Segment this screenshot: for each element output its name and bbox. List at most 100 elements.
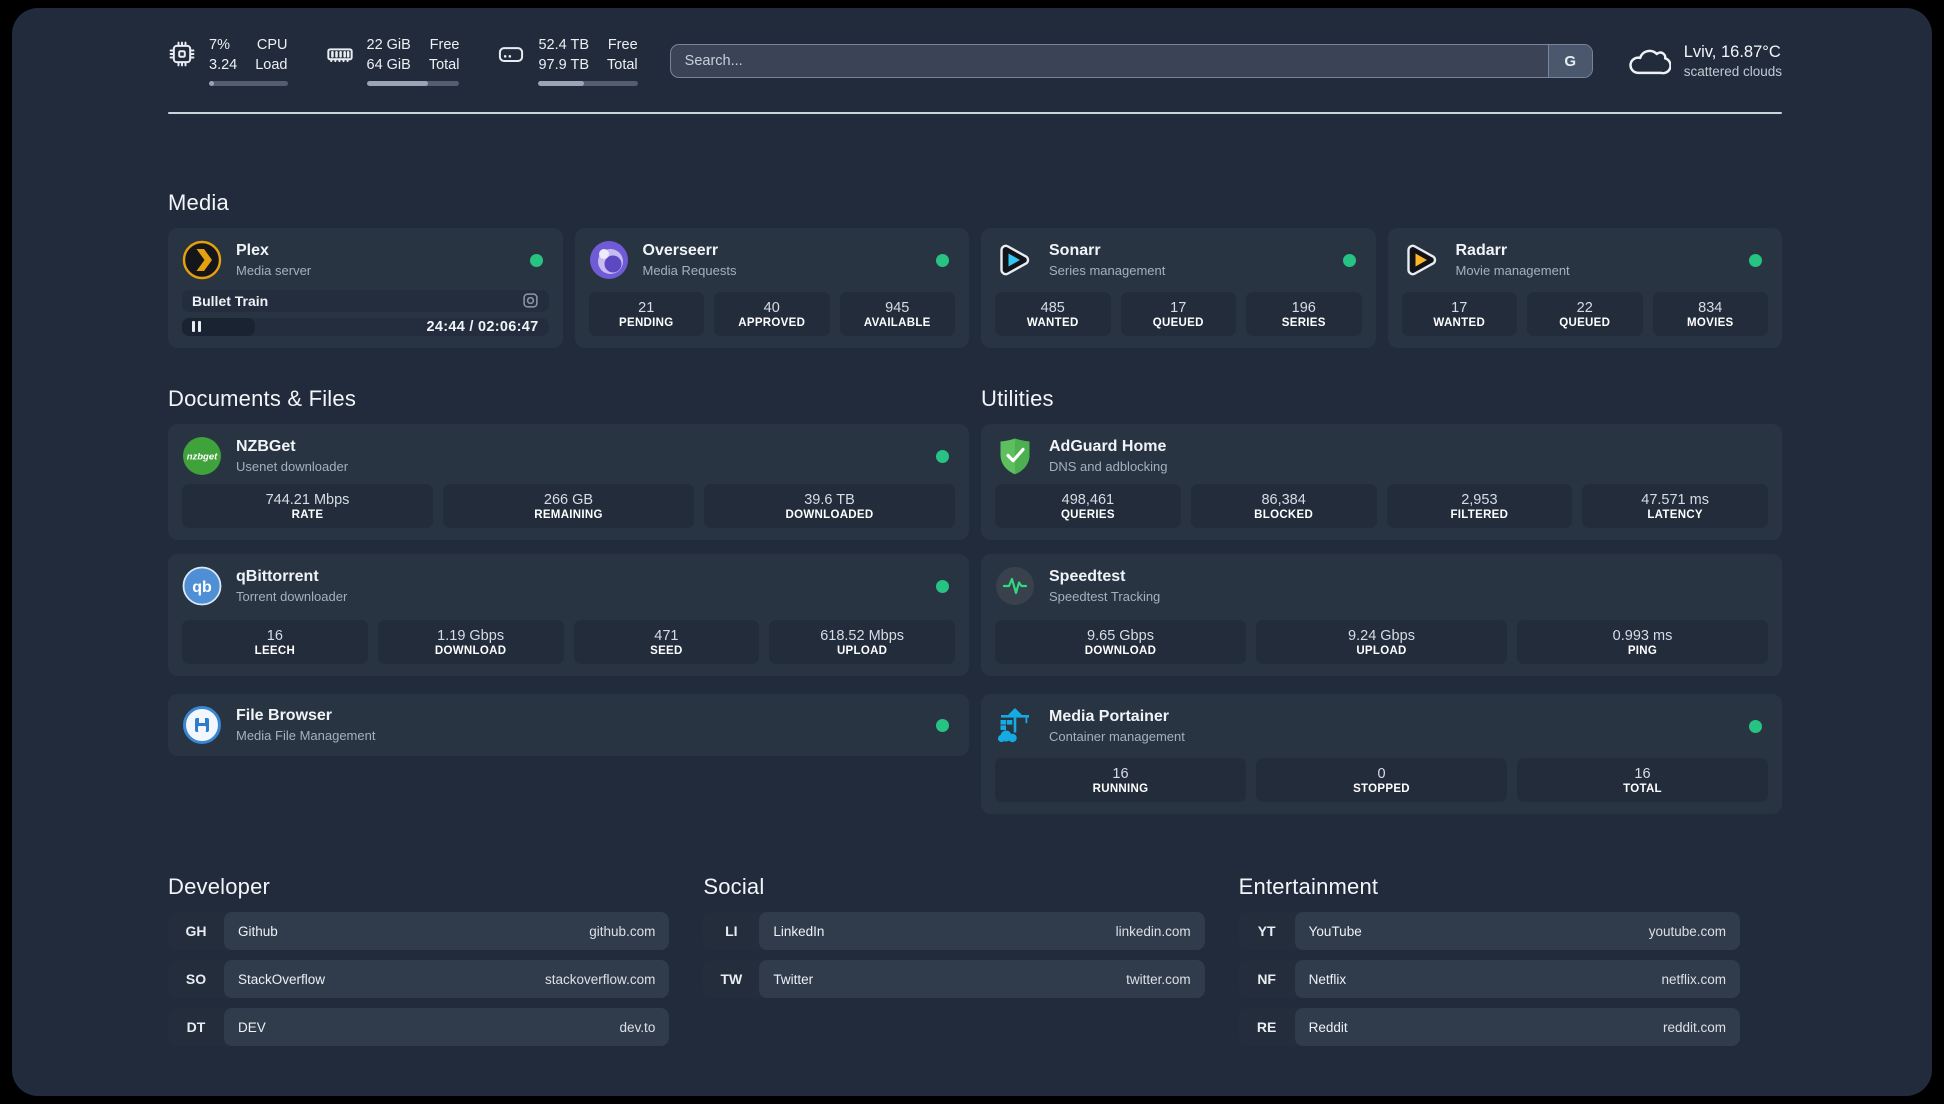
link-name: Twitter [773, 971, 814, 987]
cpu-usage-percent: 7% [209, 37, 230, 54]
app-name: AdGuard Home [1049, 437, 1167, 455]
playback-time: 24:44 / 02:06:47 [426, 318, 539, 335]
now-playing-row: Bullet Train [182, 290, 549, 312]
link-url: netflix.com [1661, 971, 1726, 987]
disk-progress-track [538, 81, 638, 86]
playback-progress-bar[interactable]: 24:44 / 02:06:47 [182, 317, 549, 336]
utilities-section-title: Utilities [981, 386, 1054, 411]
nzbget-icon: nzbget [183, 437, 221, 475]
app-name: NZBGet [236, 437, 296, 455]
developer-section: Developer GH Github github.com SO StackOv… [168, 874, 670, 1056]
link-abbr: TW [720, 971, 743, 987]
cpu-load-value: 3.24 [209, 57, 238, 73]
memory-stat: 22 GiB 64 GiB Free Total [326, 36, 460, 86]
speedtest-card[interactable]: Speedtest Speedtest Tracking 9.65 Gbps DO… [981, 554, 1782, 676]
link-name: DEV [238, 1019, 266, 1035]
entertainment-section: Entertainment YT YouTube youtube.com NF N… [1238, 874, 1740, 1056]
cpu-icon [169, 42, 195, 67]
adguard-card[interactable]: AdGuard Home DNS and adblocking 498,461 Q… [981, 424, 1782, 540]
stat-box: 0 STOPPED [1256, 758, 1507, 802]
stat-box: 1.19 Gbps DOWNLOAD [377, 620, 564, 664]
qbittorrent-card[interactable]: qb qBittorrent Torrent downloader 16 LEEC… [168, 554, 969, 676]
link-name: Github [238, 923, 278, 939]
sonarr-icon [1000, 244, 1030, 276]
weather-condition: scattered clouds [1683, 63, 1782, 79]
app-name: Speedtest [1049, 567, 1126, 585]
memory-total-value: 64 GiB [366, 57, 411, 73]
search-engine-button[interactable]: G [1547, 45, 1592, 77]
now-playing-title: Bullet Train [192, 292, 269, 309]
app-description: Media server [236, 262, 312, 278]
status-online-dot [936, 579, 949, 593]
filebrowser-icon [183, 706, 221, 744]
weather-location-temp: Lviv, 16.87°C [1683, 42, 1781, 61]
memory-progress-track [366, 81, 460, 86]
disk-total-label: Total [607, 57, 638, 73]
plex-card[interactable]: Plex Media server Bullet Train 24:44 / 0 [168, 228, 563, 348]
stat-box: 266 GB REMAINING [443, 484, 694, 528]
radarr-icon [1406, 244, 1436, 276]
cpu-stat: 7% 3.24 CPU Load [168, 36, 288, 86]
link-reddit[interactable]: RE Reddit reddit.com [1238, 1008, 1740, 1046]
link-twitter[interactable]: TW Twitter twitter.com [703, 960, 1205, 998]
stat-box: 0.993 ms PING [1517, 620, 1768, 664]
app-description: Container management [1049, 728, 1185, 744]
app-description: Series management [1049, 262, 1166, 278]
cpu-progress-fill [209, 81, 215, 86]
link-name: YouTube [1308, 923, 1362, 939]
stat-box: 471 SEED [573, 620, 760, 664]
social-section-title: Social [703, 874, 765, 899]
ram-icon [326, 48, 353, 63]
filebrowser-card[interactable]: File Browser Media File Management [168, 694, 969, 756]
link-url: linkedin.com [1115, 923, 1191, 939]
dashboard-window: 7% 3.24 CPU Load 22 GiB 64 GiB Free Tota… [12, 8, 1932, 1096]
app-name: Overseerr [642, 241, 719, 259]
stat-box: 47.571 ms LATENCY [1582, 484, 1768, 528]
radarr-card[interactable]: Radarr Movie management 17 WANTED 22 QUEUE… [1387, 228, 1782, 348]
link-abbr: SO [185, 971, 207, 987]
link-abbr: NF [1257, 971, 1276, 987]
link-dev[interactable]: DT DEV dev.to [168, 1008, 670, 1046]
disk-icon [499, 47, 524, 63]
status-online-dot [1749, 253, 1762, 267]
link-stackoverflow[interactable]: SO StackOverflow stackoverflow.com [168, 960, 670, 998]
stat-box: 9.65 Gbps DOWNLOAD [995, 620, 1246, 664]
app-description: Torrent downloader [236, 588, 348, 604]
stat-box: 16 TOTAL [1517, 758, 1768, 802]
portainer-icon [997, 708, 1029, 743]
documents-section-title: Documents & Files [168, 386, 357, 411]
app-description: Movie management [1455, 262, 1570, 278]
link-youtube[interactable]: YT YouTube youtube.com [1238, 912, 1740, 950]
stat-box: 834 MOVIES [1652, 292, 1768, 336]
entertainment-section-title: Entertainment [1238, 874, 1379, 899]
link-github[interactable]: GH Github github.com [168, 912, 670, 950]
weather-widget: Lviv, 16.87°C scattered clouds [1625, 42, 1782, 81]
nzbget-card[interactable]: nzbget NZBGet Usenet downloader 744.21 M… [168, 424, 969, 540]
link-linkedin[interactable]: LI LinkedIn linkedin.com [703, 912, 1205, 950]
disk-free-value: 52.4 TB [538, 37, 590, 54]
overseerr-card[interactable]: Overseerr Media Requests 21 PENDING 40 APP… [574, 228, 969, 348]
link-abbr: DT [186, 1019, 206, 1035]
overseerr-icon [589, 241, 628, 279]
search-input[interactable] [670, 53, 1548, 69]
link-netflix[interactable]: NF Netflix netflix.com [1238, 960, 1740, 998]
plex-icon [182, 240, 222, 280]
sonarr-card[interactable]: Sonarr Series management 485 WANTED 17 QUE… [981, 228, 1376, 348]
link-name: Netflix [1308, 971, 1347, 987]
status-online-dot [529, 253, 543, 267]
link-url: stackoverflow.com [545, 971, 656, 987]
app-description: DNS and adblocking [1049, 458, 1168, 474]
svg-text:nzbget: nzbget [187, 452, 218, 463]
memory-free-label: Free [429, 37, 460, 54]
portainer-card[interactable]: Media Portainer Container management 16 R… [981, 694, 1782, 814]
memory-free-value: 22 GiB [366, 37, 411, 54]
stat-box: 485 WANTED [995, 292, 1111, 336]
stat-box: 498,461 QUERIES [995, 484, 1181, 528]
svg-text:qb: qb [192, 579, 212, 596]
link-abbr: RE [1256, 1019, 1277, 1035]
search-bar[interactable]: G [669, 44, 1593, 78]
stat-box: 744.21 Mbps RATE [182, 484, 433, 528]
status-online-dot [936, 253, 949, 267]
pause-icon[interactable] [192, 321, 201, 333]
social-section: Social LI LinkedIn linkedin.com TW Twitte… [703, 874, 1205, 1056]
